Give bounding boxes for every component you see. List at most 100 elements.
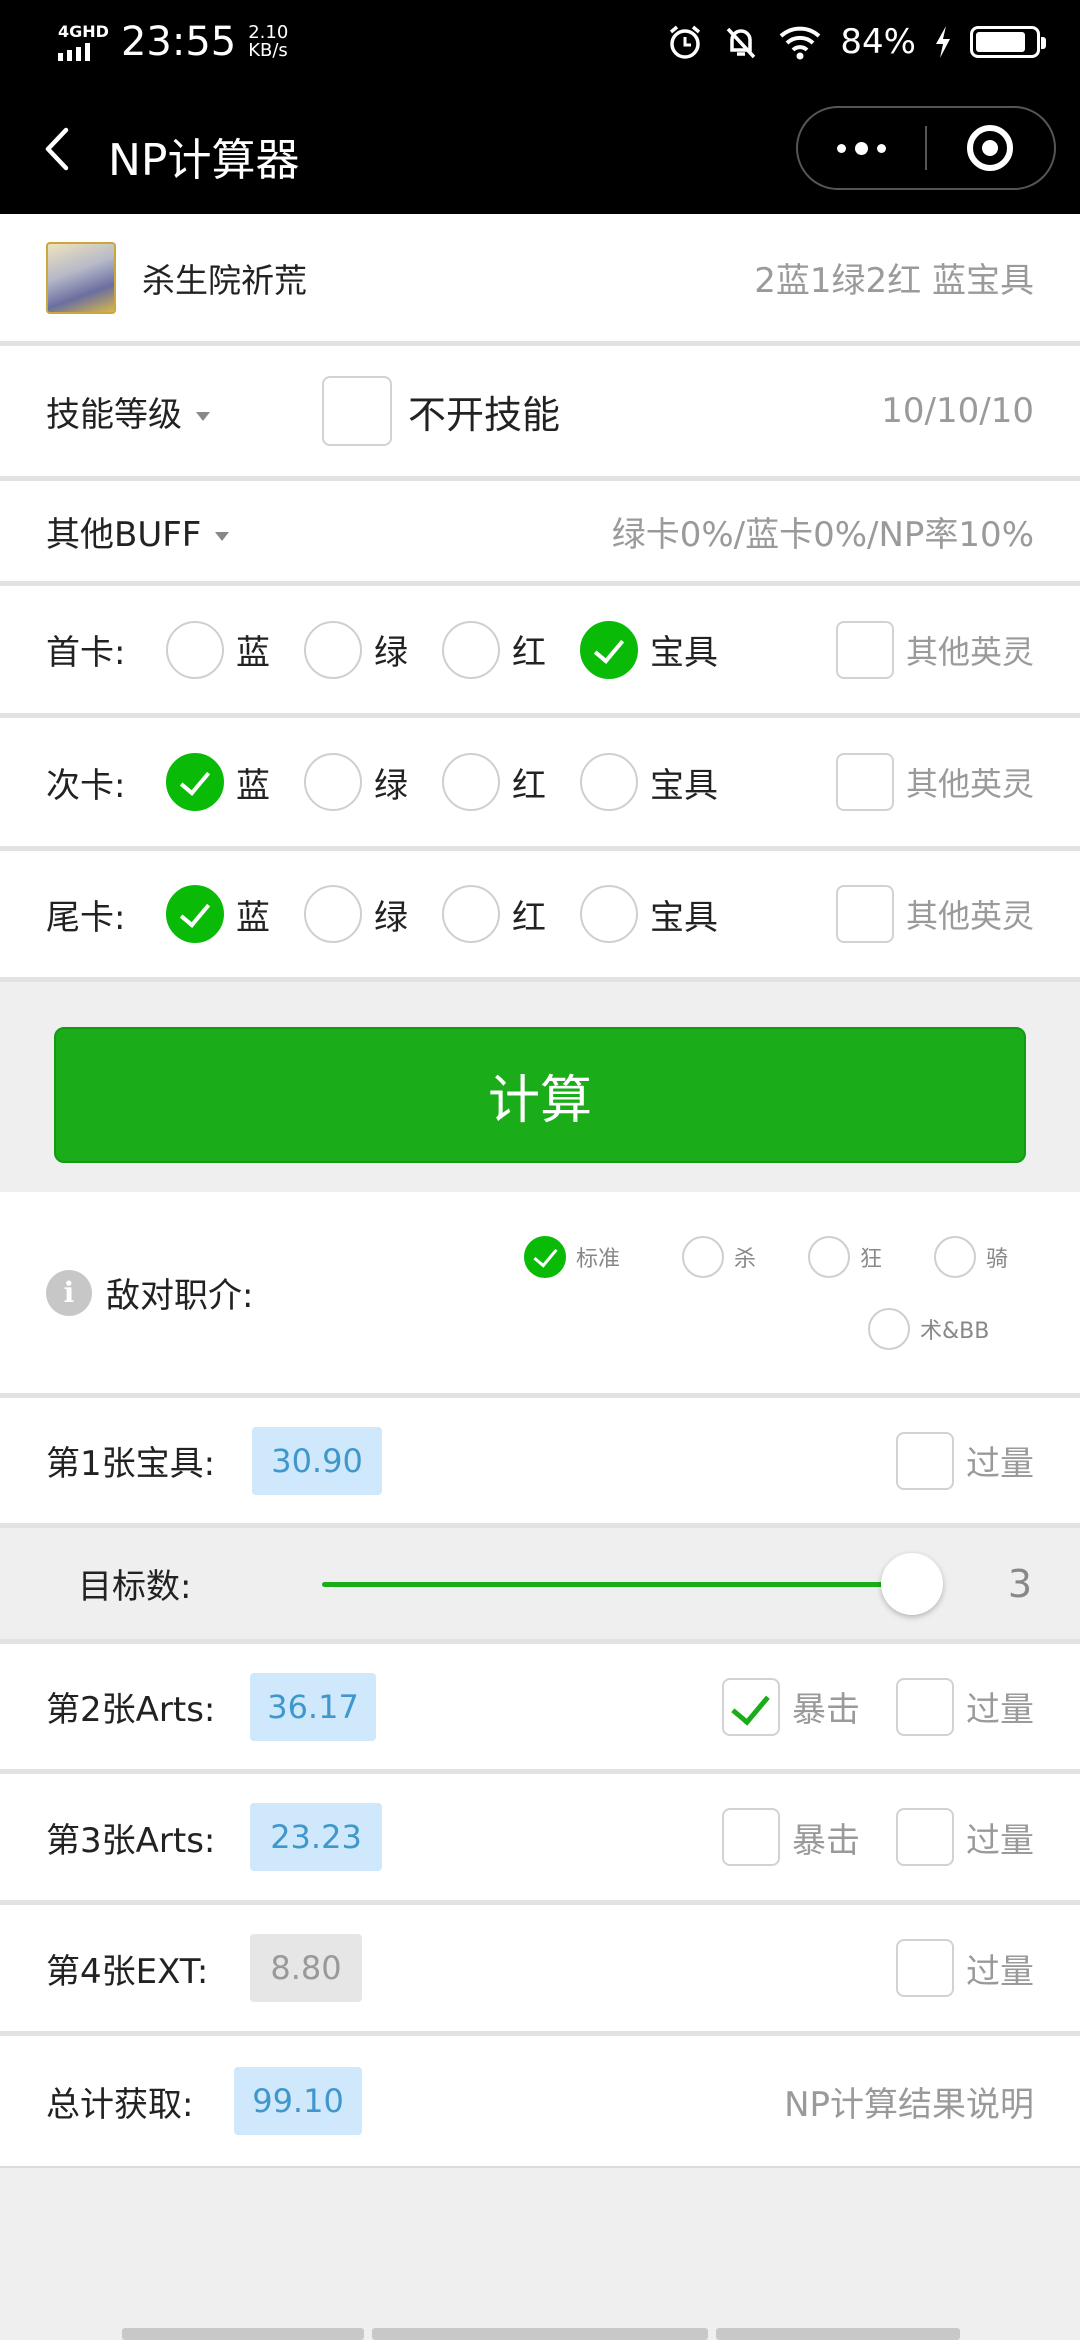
crit-label: 暴击 — [792, 1820, 860, 1861]
result-label: 第2张Arts: — [46, 1690, 216, 1730]
np-result-explanation-link[interactable]: NP计算结果说明 — [784, 2077, 1034, 2126]
target-slider-track[interactable] — [322, 1582, 912, 1587]
option-label: 骑 — [986, 1247, 1009, 1272]
enemy-option-berserker[interactable]: 狂 — [808, 1236, 934, 1278]
other-servant-option[interactable]: 其他英灵 — [835, 885, 1034, 943]
overkill-checkbox[interactable] — [896, 1431, 954, 1490]
card-row-second: 次卡: 蓝 绿 红 宝具 其他英灵 — [0, 718, 1080, 851]
battery-icon — [970, 26, 1046, 58]
result-label: 第4张EXT: — [46, 1951, 209, 1992]
card-option-green[interactable]: 绿 — [304, 753, 408, 811]
card-option-np[interactable]: 宝具 — [580, 753, 718, 811]
card-option-red[interactable]: 红 — [442, 753, 546, 811]
crit-option[interactable]: 暴击 — [722, 1677, 860, 1736]
radio-np[interactable] — [580, 753, 638, 811]
card-option-green[interactable]: 绿 — [304, 885, 408, 943]
radio-red[interactable] — [442, 885, 500, 943]
radio-caster-bb[interactable] — [868, 1308, 910, 1350]
back-arrow-icon[interactable] — [38, 126, 78, 172]
total-label: 总计获取: — [46, 2084, 194, 2125]
radio-green[interactable] — [304, 753, 362, 811]
overkill-option[interactable]: 过量 — [896, 1431, 1034, 1490]
servant-cards: 2蓝1绿2红 蓝宝具 — [754, 261, 1034, 301]
radio-green[interactable] — [304, 885, 362, 943]
other-servant-checkbox[interactable] — [835, 885, 894, 943]
crit-checkbox-checked[interactable] — [722, 1677, 780, 1736]
battery-fill — [976, 32, 1025, 52]
radio-standard-selected[interactable] — [524, 1236, 566, 1278]
card-option-red[interactable]: 红 — [442, 885, 546, 943]
card-option-blue[interactable]: 蓝 — [166, 885, 270, 943]
alarm-icon — [670, 25, 701, 59]
option-label: 宝具 — [650, 765, 718, 806]
enemy-option-standard[interactable]: 标准 — [524, 1236, 682, 1278]
close-target-icon — [967, 125, 1014, 171]
option-label: 杀 — [734, 1247, 757, 1272]
overkill-checkbox[interactable] — [896, 1939, 954, 1997]
overkill-checkbox[interactable] — [896, 1677, 954, 1736]
option-label: 绿 — [374, 633, 408, 673]
radio-assassin[interactable] — [682, 1236, 724, 1278]
signal-icon — [58, 42, 109, 61]
enemy-class-options: 标准 杀 狂 骑 术&BB — [524, 1236, 1044, 1350]
skip-skill-checkbox[interactable] — [322, 376, 392, 446]
option-label: 宝具 — [650, 897, 718, 938]
enemy-option-assassin[interactable]: 杀 — [682, 1236, 808, 1278]
enemy-option-rider[interactable]: 骑 — [934, 1236, 1008, 1278]
card-option-red[interactable]: 红 — [442, 620, 546, 679]
radio-np-selected[interactable] — [580, 620, 638, 679]
option-label: 红 — [512, 897, 546, 938]
card-option-blue[interactable]: 蓝 — [166, 620, 270, 679]
enemy-option-caster-bb[interactable]: 术&BB — [868, 1308, 989, 1350]
card-option-np[interactable]: 宝具 — [580, 620, 718, 679]
enemy-class-row: i 敌对职介: 标准 杀 狂 骑 术&BB — [0, 1192, 1080, 1398]
overkill-checkbox[interactable] — [896, 1808, 954, 1866]
buff-row[interactable]: 其他BUFF 绿卡0%/蓝卡0%/NP率10% — [0, 481, 1080, 586]
other-servant-checkbox[interactable] — [835, 620, 894, 679]
other-servant-option[interactable]: 其他英灵 — [835, 753, 1034, 811]
signal-indicator: 4GHD — [58, 21, 109, 61]
info-icon[interactable]: i — [46, 1269, 92, 1316]
servant-row[interactable]: 杀生院祈荒 2蓝1绿2红 蓝宝具 — [0, 214, 1080, 346]
radio-red[interactable] — [442, 753, 500, 811]
calculate-button[interactable]: 计算 — [54, 1027, 1026, 1163]
target-count-value: 3 — [1007, 1561, 1032, 1606]
more-dots-icon — [837, 141, 886, 155]
result-row-arts-3: 第3张Arts: 23.23 暴击 过量 — [0, 1774, 1080, 1905]
buff-dropdown[interactable]: 其他BUFF — [46, 507, 230, 556]
overkill-option[interactable]: 过量 — [896, 1939, 1034, 1997]
other-servant-label: 其他英灵 — [905, 897, 1034, 935]
chevron-down-icon — [215, 531, 230, 541]
crit-option[interactable]: 暴击 — [722, 1808, 860, 1866]
radio-berserker[interactable] — [808, 1236, 850, 1278]
crit-checkbox[interactable] — [722, 1808, 780, 1866]
radio-rider[interactable] — [934, 1236, 976, 1278]
servant-name: 杀生院祈荒 — [142, 260, 307, 300]
status-bar: 4GHD 23:55 2.10 KB/s 84% — [0, 0, 1080, 84]
result-value: 30.90 — [252, 1426, 382, 1495]
radio-blue-selected[interactable] — [166, 885, 224, 943]
network-type: 4GHD — [58, 21, 109, 41]
radio-green[interactable] — [304, 620, 362, 679]
close-miniprogram-button[interactable] — [927, 108, 1054, 188]
battery-percent: 84% — [840, 22, 916, 62]
overkill-option[interactable]: 过量 — [896, 1677, 1034, 1736]
nav-bar: NP计算器 — [0, 84, 1080, 214]
result-row-arts-2: 第2张Arts: 36.17 暴击 过量 — [0, 1644, 1080, 1774]
target-slider-handle[interactable] — [881, 1553, 943, 1615]
radio-blue[interactable] — [166, 620, 224, 679]
skill-level-dropdown[interactable]: 技能等级 — [46, 387, 210, 436]
radio-np[interactable] — [580, 885, 638, 943]
card-row-last: 尾卡: 蓝 绿 红 宝具 其他英灵 — [0, 851, 1080, 982]
other-servant-option[interactable]: 其他英灵 — [835, 620, 1034, 679]
option-label: 蓝 — [236, 765, 270, 806]
card-option-blue[interactable]: 蓝 — [166, 753, 270, 811]
card-option-np[interactable]: 宝具 — [580, 885, 718, 943]
overkill-option[interactable]: 过量 — [896, 1808, 1034, 1866]
radio-red[interactable] — [442, 620, 500, 679]
more-button[interactable] — [798, 108, 925, 188]
card-option-green[interactable]: 绿 — [304, 620, 408, 679]
other-servant-checkbox[interactable] — [835, 753, 894, 811]
target-count-label: 目标数: — [78, 1567, 192, 1607]
radio-blue-selected[interactable] — [166, 753, 224, 811]
